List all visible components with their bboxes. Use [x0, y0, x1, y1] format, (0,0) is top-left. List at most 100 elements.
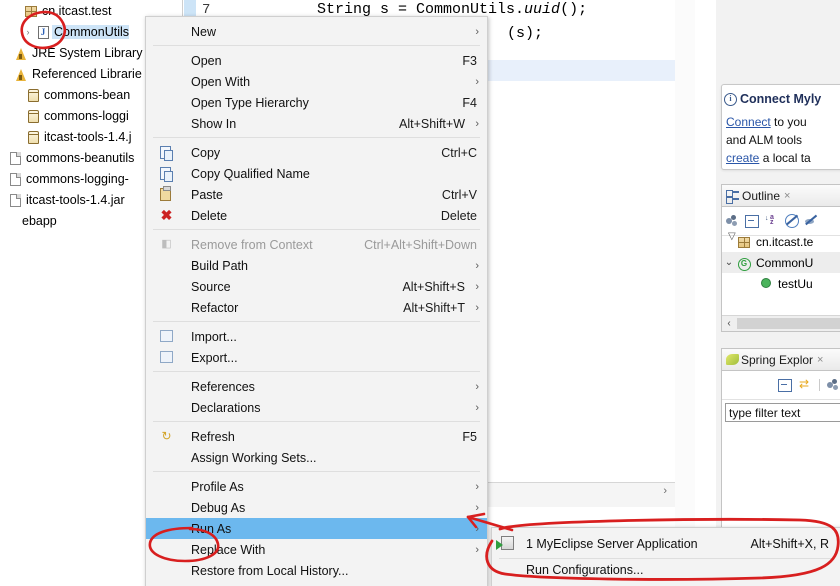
- package-icon: [736, 235, 752, 249]
- spring-filter-input[interactable]: type filter text: [725, 403, 840, 422]
- menu-item-open[interactable]: Open F3: [146, 50, 487, 71]
- scroll-left-icon[interactable]: ‹: [722, 318, 736, 329]
- menu-item-import[interactable]: Import...: [146, 326, 487, 347]
- menu-separator: [153, 471, 480, 472]
- right-view-stack: i Connect Myly Connect to you and ALM to…: [716, 0, 840, 586]
- create-link[interactable]: create: [726, 151, 759, 165]
- menu-item-shortcut: F4: [462, 95, 477, 110]
- connect-link[interactable]: Connect: [726, 115, 771, 129]
- menu-item-shortcut: Ctrl+Alt+Shift+Down: [364, 237, 477, 252]
- menu-separator: [153, 137, 480, 138]
- menu-item-run-as[interactable]: Run As ›: [146, 518, 487, 539]
- outline-tab[interactable]: Outline ×: [722, 185, 840, 207]
- package-icon: [22, 4, 40, 18]
- menu-item-label: Declarations: [191, 400, 261, 415]
- menu-item-references[interactable]: References ›: [146, 376, 487, 397]
- menu-item-open-with[interactable]: Open With ›: [146, 71, 487, 92]
- class-icon: G: [736, 255, 752, 271]
- menu-item-build-path[interactable]: Build Path ›: [146, 255, 487, 276]
- explorer-item-label: JRE System Library: [32, 45, 143, 60]
- menu-item-label: Open: [191, 53, 222, 68]
- menu-item-replace-with[interactable]: Replace With ›: [146, 539, 487, 560]
- explorer-item-8[interactable]: commons-logging-: [0, 168, 129, 189]
- chevron-right-icon: ›: [475, 401, 479, 414]
- spring-toolbar[interactable]: ⇄: [722, 371, 840, 400]
- menu-item-export[interactable]: Export...: [146, 347, 487, 368]
- explorer-item-label: Referenced Librarie: [32, 66, 142, 81]
- editor-code-line-2: (s);: [507, 25, 544, 42]
- hide-nonpublic-icon[interactable]: [805, 214, 817, 227]
- menu-item-refresh[interactable]: ↻ Refresh F5: [146, 426, 487, 447]
- explorer-item-10[interactable]: ebapp: [0, 210, 57, 231]
- scrollbar-thumb[interactable]: [737, 318, 840, 329]
- menu-item-source[interactable]: Source Alt+Shift+S ›: [146, 276, 487, 297]
- hide-fields-icon[interactable]: [726, 215, 739, 227]
- menu-item-remove-from-context[interactable]: ◧ Remove from Context Ctrl+Alt+Shift+Down: [146, 234, 487, 255]
- chevron-right-icon: ›: [475, 280, 479, 293]
- menu-item-label: Profile As: [191, 479, 244, 494]
- outline-row-2[interactable]: testUu: [722, 273, 840, 294]
- outline-tree[interactable]: cn.itcast.te ⌄ G CommonU testUu: [722, 231, 840, 315]
- sort-az-icon[interactable]: ↓ a z: [765, 214, 779, 227]
- menu-item-debug-as[interactable]: Debug As ›: [146, 497, 487, 518]
- outline-horizontal-scrollbar[interactable]: ‹: [722, 315, 840, 331]
- explorer-item-4[interactable]: commons-bean: [12, 84, 130, 105]
- menu-item-copy[interactable]: Copy Ctrl+C: [146, 142, 487, 163]
- file-icon: [6, 150, 24, 165]
- jar-icon: [24, 108, 42, 123]
- menu-item-delete[interactable]: ✖ Delete Delete: [146, 205, 487, 226]
- explorer-item-9[interactable]: itcast-tools-1.4.jar: [0, 189, 125, 210]
- chevron-right-icon: ›: [475, 501, 479, 514]
- spring-leaf-icon: [726, 354, 739, 365]
- editor-vertical-ruler[interactable]: [675, 0, 695, 586]
- server-run-icon: [496, 536, 514, 550]
- menu-item-profile-as[interactable]: Profile As ›: [146, 476, 487, 497]
- spring-explorer-tab[interactable]: Spring Explor ×: [722, 349, 840, 371]
- menu-item-show-in[interactable]: Show In Alt+Shift+W ›: [146, 113, 487, 134]
- outline-view[interactable]: Outline × ↓ a z ▽ cn.itcast.te ⌄ G Commo…: [721, 184, 840, 332]
- menu-item-assign-working-sets[interactable]: Assign Working Sets...: [146, 447, 487, 468]
- menu-item-label: Open With: [191, 74, 251, 89]
- menu-separator: [153, 371, 480, 372]
- close-icon[interactable]: ×: [817, 354, 823, 366]
- menu-item-new[interactable]: New ›: [146, 21, 487, 42]
- editor-expand-arrow-icon[interactable]: ›: [663, 485, 667, 497]
- close-icon[interactable]: ×: [784, 190, 790, 202]
- view-menu-icon[interactable]: [827, 379, 840, 391]
- outline-row-1[interactable]: ⌄ G CommonU: [722, 252, 840, 273]
- explorer-item-3[interactable]: Referenced Librarie: [0, 63, 142, 84]
- submenu-item-1-myeclipse-server-application[interactable]: 1 MyEclipse Server Application Alt+Shift+…: [492, 532, 840, 555]
- connect-mylyn-notice: i Connect Myly Connect to you and ALM to…: [721, 84, 840, 170]
- java-file-icon: J: [34, 24, 52, 39]
- run-as-submenu[interactable]: 1 MyEclipse Server Application Alt+Shift+…: [491, 527, 840, 586]
- outline-row-0[interactable]: cn.itcast.te: [722, 231, 840, 252]
- menu-item-refactor[interactable]: Refactor Alt+Shift+T ›: [146, 297, 487, 318]
- explorer-item-2[interactable]: JRE System Library: [0, 42, 142, 63]
- menu-item-declarations[interactable]: Declarations ›: [146, 397, 487, 418]
- file-context-menu[interactable]: New › Open F3 Open With › Open Type Hierarchy F…: [145, 16, 488, 586]
- explorer-item-6[interactable]: itcast-tools-1.4.j: [12, 126, 132, 147]
- collapse-all-icon[interactable]: [745, 214, 759, 228]
- twisty-icon[interactable]: ⌄: [722, 257, 736, 268]
- explorer-item-0[interactable]: cn.itcast.test: [10, 0, 111, 21]
- twisty-icon[interactable]: ›: [22, 27, 34, 37]
- link-editor-icon[interactable]: ⇄: [799, 378, 812, 391]
- menu-item-paste[interactable]: Paste Ctrl+V: [146, 184, 487, 205]
- menu-item-restore-from-local-history[interactable]: Restore from Local History...: [146, 560, 487, 581]
- explorer-item-1[interactable]: › J CommonUtils: [22, 21, 130, 42]
- toolbar-divider: [819, 379, 820, 391]
- explorer-item-7[interactable]: commons-beanutils: [0, 147, 134, 168]
- chevron-right-icon: ›: [475, 380, 479, 393]
- menu-separator: [153, 321, 480, 322]
- collapse-all-icon[interactable]: [778, 378, 792, 392]
- menu-item-copy-qualified-name[interactable]: Copy Qualified Name: [146, 163, 487, 184]
- menu-item-label: Delete: [191, 208, 228, 223]
- menu-item-open-type-hierarchy[interactable]: Open Type Hierarchy F4: [146, 92, 487, 113]
- explorer-item-5[interactable]: commons-loggi: [12, 105, 129, 126]
- submenu-item-run-configurations[interactable]: Run Configurations...: [492, 558, 840, 581]
- library-icon: [12, 45, 30, 60]
- export-icon: [160, 350, 176, 366]
- remove-context-icon: ◧: [161, 237, 172, 250]
- jar-icon: [24, 87, 42, 102]
- hide-static-icon[interactable]: [785, 214, 799, 228]
